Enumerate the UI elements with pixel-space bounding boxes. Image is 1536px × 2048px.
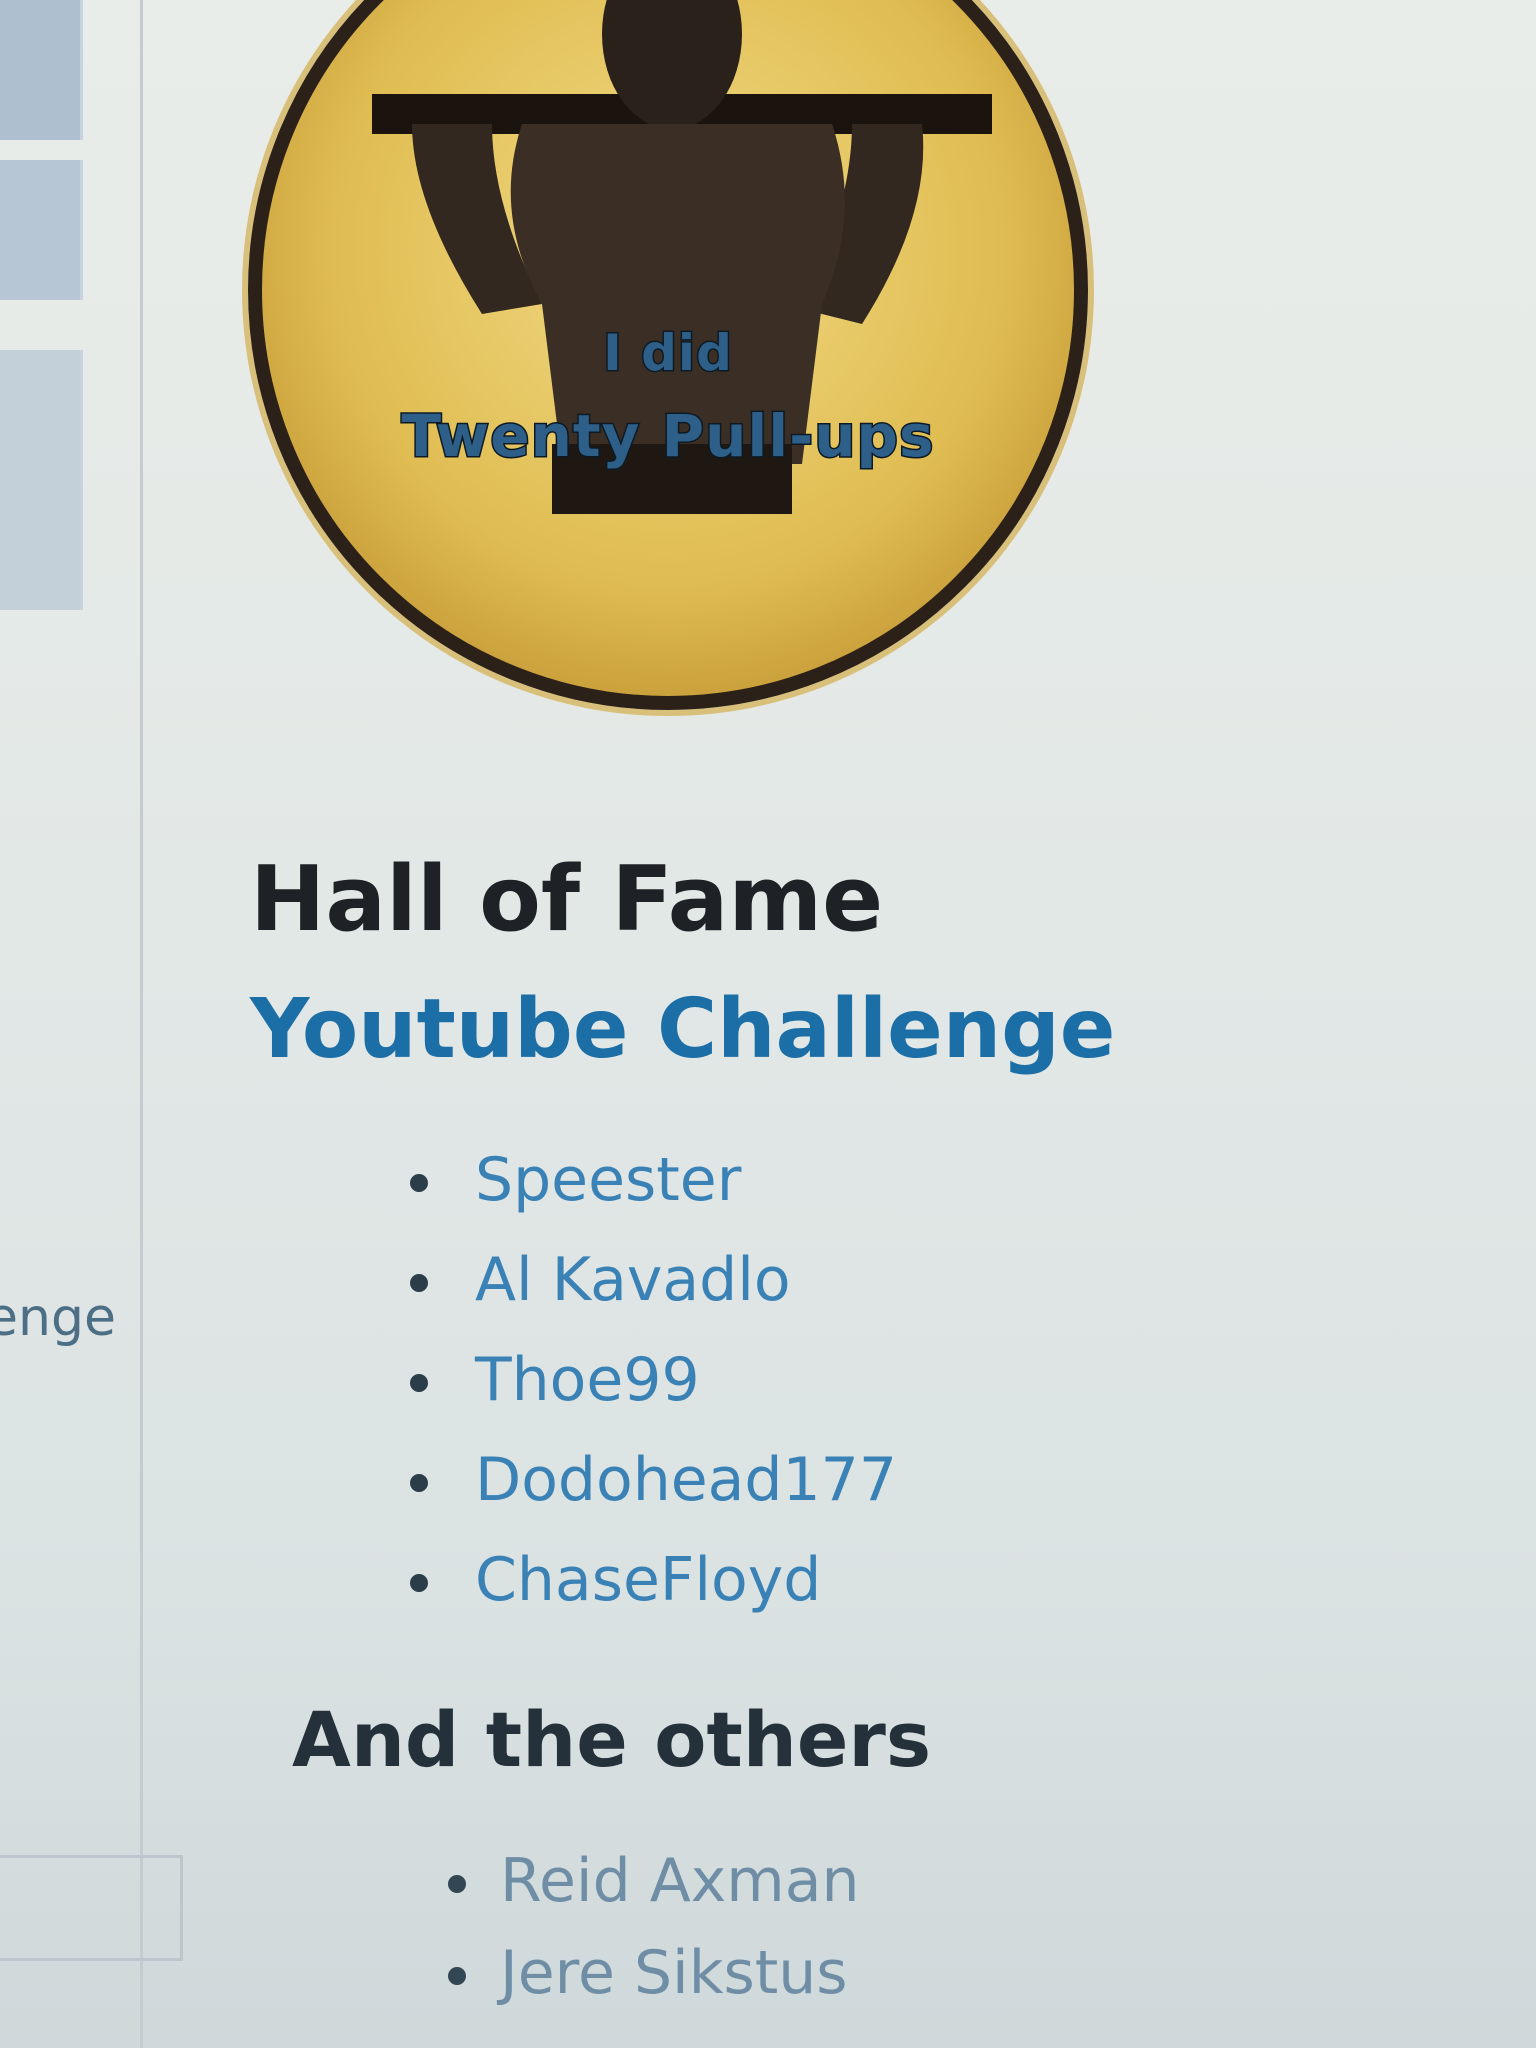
member-link[interactable]: Jere Sikstus xyxy=(500,1938,848,2008)
sidebar-box xyxy=(0,1855,183,1961)
member-link[interactable]: Reid Axman xyxy=(500,1846,860,1916)
list-item[interactable]: Reid Axman xyxy=(440,1835,1450,1927)
page: enge I did Twenty Pull-ups Hall of Fame … xyxy=(0,0,1536,2048)
member-link[interactable]: Al Kavadlo xyxy=(475,1245,791,1315)
bullet-icon xyxy=(410,1474,428,1492)
member-link[interactable]: Thoe99 xyxy=(475,1345,700,1415)
sidebar-tile[interactable] xyxy=(0,0,83,140)
list-item[interactable]: ChaseFloyd xyxy=(400,1530,1450,1630)
others-list: Reid Axman Jere Sikstus xyxy=(440,1835,1450,2019)
pull-up-badge: I did Twenty Pull-ups xyxy=(248,0,1088,710)
sidebar-tile[interactable] xyxy=(0,160,83,300)
youtube-challenge-heading[interactable]: Youtube Challenge xyxy=(250,980,1450,1080)
member-link[interactable]: ChaseFloyd xyxy=(475,1545,821,1615)
bullet-icon xyxy=(448,1875,466,1893)
list-item[interactable]: Al Kavadlo xyxy=(400,1230,1450,1330)
bullet-icon xyxy=(410,1174,428,1192)
page-title: Hall of Fame xyxy=(250,847,884,952)
sidebar-divider xyxy=(140,0,143,2048)
badge-line-1: I did xyxy=(602,323,734,384)
bullet-icon xyxy=(410,1274,428,1292)
bullet-icon xyxy=(410,1574,428,1592)
sidebar-link-fragment[interactable]: enge xyxy=(0,1288,116,1348)
youtube-challenge-list: Speester Al Kavadlo Thoe99 Dodohead177 C… xyxy=(400,1130,1450,1630)
list-item[interactable]: Speester xyxy=(400,1130,1450,1230)
badge-line-2: Twenty Pull-ups xyxy=(400,401,935,472)
sidebar: enge xyxy=(0,0,183,2048)
hall-of-fame-section: Hall of Fame Youtube Challenge Speester … xyxy=(250,850,1450,2019)
member-link[interactable]: Speester xyxy=(475,1145,741,1215)
list-item[interactable]: Jere Sikstus xyxy=(440,1927,1450,2019)
bullet-icon xyxy=(448,1967,466,1985)
member-link[interactable]: Dodohead177 xyxy=(475,1445,897,1515)
others-heading: And the others xyxy=(292,1695,932,1784)
list-item[interactable]: Thoe99 xyxy=(400,1330,1450,1430)
bullet-icon xyxy=(410,1374,428,1392)
list-item[interactable]: Dodohead177 xyxy=(400,1430,1450,1530)
sidebar-tile[interactable] xyxy=(0,350,83,610)
